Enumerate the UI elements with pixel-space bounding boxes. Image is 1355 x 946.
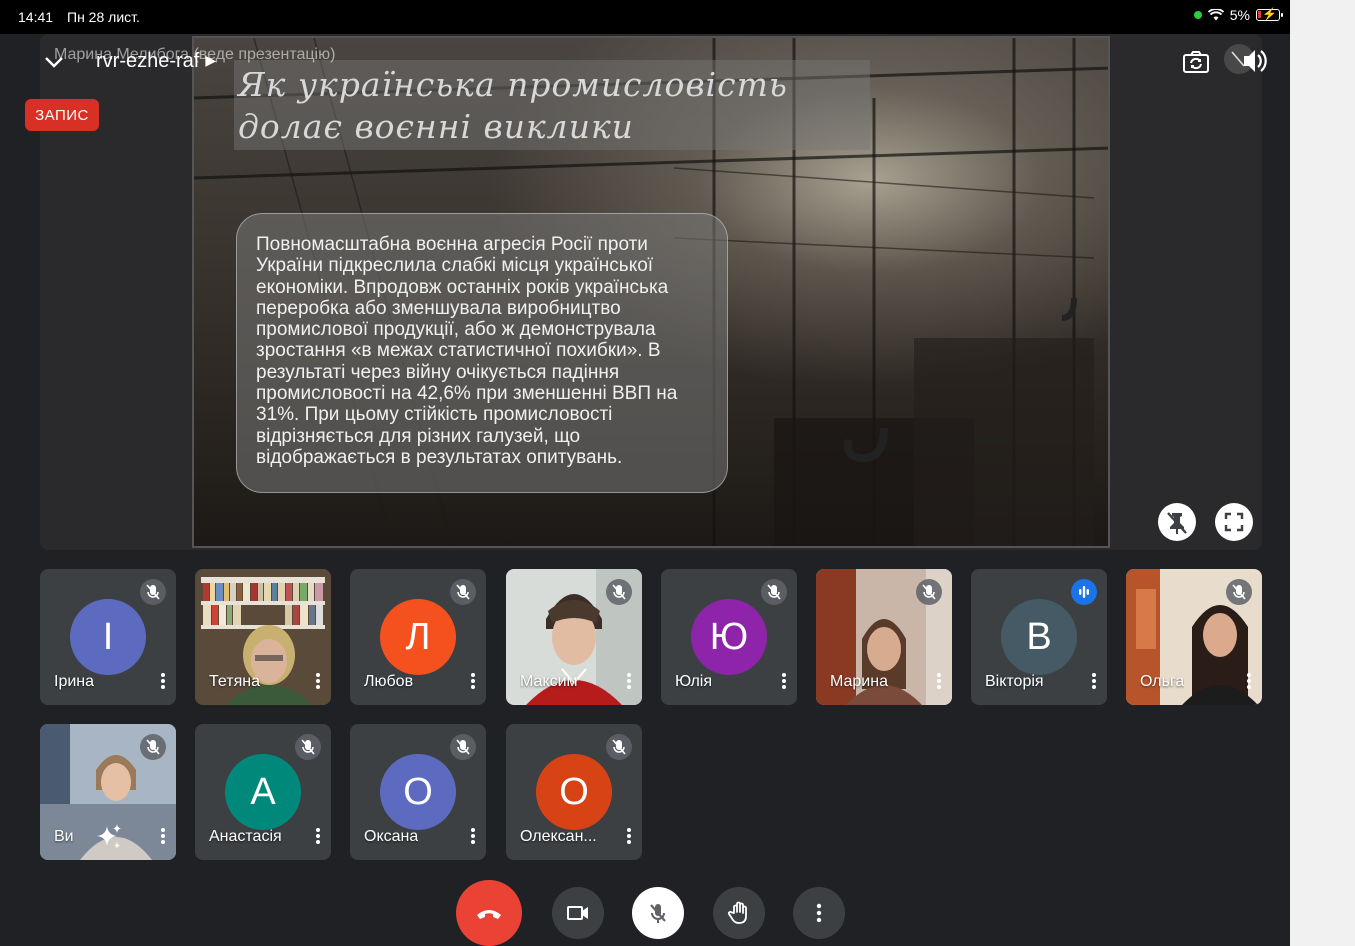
participant-tile-maryna[interactable]: Марина <box>816 569 952 705</box>
switch-camera-button[interactable] <box>1180 46 1212 78</box>
more-vert-icon[interactable] <box>622 824 636 848</box>
participant-name: Анастасія <box>209 828 282 845</box>
camera-toggle-button[interactable] <box>552 887 604 939</box>
raise-hand-button[interactable] <box>713 887 765 939</box>
participant-name: Оксана <box>364 828 419 845</box>
camera-switch-icon <box>1183 51 1209 73</box>
status-time: 14:41 <box>18 9 54 25</box>
participant-name: Вікторія <box>985 673 1044 690</box>
more-vert-icon[interactable] <box>466 824 480 848</box>
background-strip <box>1290 0 1355 946</box>
chevron-down-icon <box>45 57 63 68</box>
avatar: А <box>225 754 301 830</box>
participant-tile-tetiana[interactable]: Тетяна <box>195 569 331 705</box>
slide-body-text: Повномасштабна воєнна агресія Росії прот… <box>256 234 678 468</box>
videocam-icon <box>567 906 588 920</box>
participant-name: Олексан... <box>520 828 597 845</box>
participant-name: Тетяна <box>209 673 260 690</box>
participant-name: Юлія <box>675 673 712 690</box>
phone-hangup-icon <box>477 910 501 919</box>
status-bar: 14:41 Пн 28 лист. 5% ⚡ <box>0 0 1290 34</box>
participant-name: Ірина <box>54 673 95 690</box>
avatar: В <box>1001 599 1077 675</box>
participant-name: Любов <box>364 673 414 690</box>
slide-title-line-1: Як українська промисловість <box>238 65 788 104</box>
mic-off-icon <box>761 579 787 605</box>
participant-tile-viktoriia[interactable]: В Вікторія <box>971 569 1107 705</box>
participant-tile-liubov[interactable]: Л Любов <box>350 569 486 705</box>
avatar: І <box>70 599 146 675</box>
participant-tile-oksana[interactable]: О Оксана <box>350 724 486 860</box>
fullscreen-button[interactable] <box>1215 503 1253 541</box>
mic-off-icon <box>140 734 166 760</box>
presentation-stage[interactable]: Як українська промисловість долає воєнні… <box>40 34 1262 550</box>
avatar: Л <box>380 599 456 675</box>
participant-tile-olha[interactable]: Ольга <box>1126 569 1262 705</box>
unpin-button[interactable] <box>1158 503 1196 541</box>
fullscreen-icon <box>1224 512 1244 532</box>
avatar: Ю <box>691 599 767 675</box>
battery-percent: 5% <box>1229 7 1250 23</box>
more-vert-icon[interactable] <box>622 669 636 693</box>
more-vert-icon[interactable] <box>777 669 791 693</box>
participant-name: Марина <box>830 673 888 690</box>
pin-off-icon <box>1167 512 1187 534</box>
participant-tile-iryna[interactable]: І Ірина <box>40 569 176 705</box>
mic-toggle-button[interactable] <box>632 887 684 939</box>
participant-tile-self[interactable]: Ви <box>40 724 176 860</box>
shared-slide: Як українська промисловість долає воєнні… <box>192 36 1110 548</box>
more-vert-icon[interactable] <box>1242 669 1256 693</box>
more-vert-icon[interactable] <box>311 824 325 848</box>
audio-output-button[interactable] <box>1224 44 1272 78</box>
mic-off-icon <box>916 579 942 605</box>
battery-icon: ⚡ <box>1256 7 1283 21</box>
more-vert-icon[interactable] <box>156 669 170 693</box>
mic-off-icon <box>606 579 632 605</box>
wifi-icon <box>1207 9 1224 21</box>
slide-title-line-2: долає воєнні виклики <box>238 107 634 146</box>
mic-off-icon <box>606 734 632 760</box>
status-right: 5% ⚡ <box>1193 7 1283 23</box>
meeting-code-button[interactable]: rvr-ezhe-raf ▶ <box>96 50 216 73</box>
mic-off-icon <box>1226 579 1252 605</box>
participant-tile-anastasiia[interactable]: А Анастасія <box>195 724 331 860</box>
caret-right-icon: ▶ <box>205 52 217 68</box>
mic-off-icon <box>450 734 476 760</box>
more-vert-icon[interactable] <box>932 669 946 693</box>
more-vert-icon <box>816 903 822 923</box>
avatar: О <box>380 754 456 830</box>
meeting-code: rvr-ezhe-raf <box>96 50 200 72</box>
meet-app: 14:41 Пн 28 лист. 5% ⚡ Як українська про… <box>0 0 1290 946</box>
slide-title: Як українська промисловість долає воєнні… <box>238 64 878 148</box>
more-options-button[interactable] <box>793 887 845 939</box>
more-vert-icon[interactable] <box>1087 669 1101 693</box>
participant-name: Ольга <box>1140 673 1185 690</box>
mic-off-icon <box>650 904 666 923</box>
more-vert-icon[interactable] <box>466 669 480 693</box>
participant-tile-oleksandr[interactable]: О Олексан... <box>506 724 642 860</box>
speaking-indicator-icon <box>1071 579 1097 605</box>
leave-call-button[interactable] <box>456 880 522 946</box>
participant-name: Максим <box>520 673 578 690</box>
more-vert-icon[interactable] <box>311 669 325 693</box>
participant-tile-yuliia[interactable]: Ю Юлія <box>661 569 797 705</box>
speaker-icon <box>1231 50 1267 72</box>
mic-off-icon <box>140 579 166 605</box>
collapse-button[interactable] <box>40 48 68 76</box>
status-date: Пн 28 лист. <box>67 9 140 25</box>
effects-sparkle-icon[interactable] <box>94 822 124 852</box>
camera-in-use-icon <box>1193 11 1202 19</box>
participant-tile-maksym[interactable]: Максим <box>506 569 642 705</box>
more-vert-icon[interactable] <box>156 824 170 848</box>
mic-off-icon <box>295 734 321 760</box>
recording-badge: ЗАПИС <box>25 99 99 131</box>
mic-off-icon <box>450 579 476 605</box>
avatar: О <box>536 754 612 830</box>
participant-name: Ви <box>54 828 74 845</box>
raise-hand-icon <box>727 901 747 924</box>
